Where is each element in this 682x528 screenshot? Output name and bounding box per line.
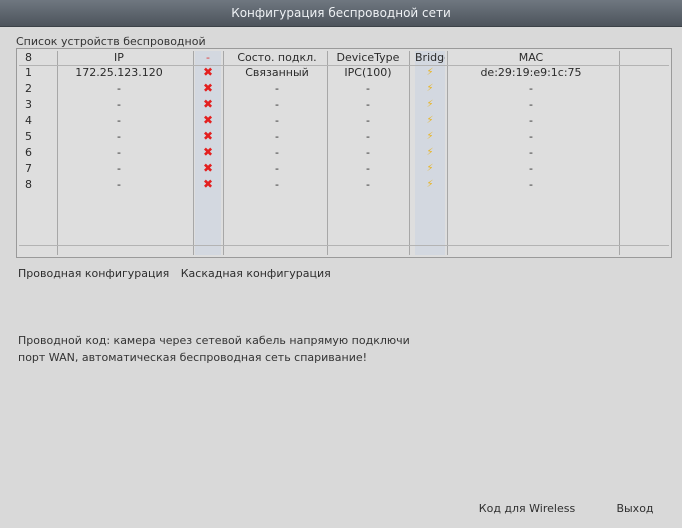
row-device-type: - — [366, 99, 370, 110]
column-header-status[interactable]: Состо. подкл. — [227, 52, 327, 63]
bridge-lightning-icon[interactable]: ⚡ — [415, 67, 445, 78]
table-row[interactable]: 3 - ✖ - - ⚡ - — [17, 99, 671, 110]
delete-x-icon[interactable]: ✖ — [193, 147, 223, 158]
row-ip: - — [117, 179, 121, 190]
row-ip: - — [117, 147, 121, 158]
delete-x-icon[interactable]: ✖ — [193, 179, 223, 190]
row-mac: - — [529, 115, 533, 126]
row-mac: - — [529, 147, 533, 158]
row-mac: - — [529, 131, 533, 142]
row-status: - — [275, 131, 279, 142]
row-mac: - — [529, 99, 533, 110]
delete-x-icon[interactable]: ✖ — [193, 163, 223, 174]
bridge-lightning-icon[interactable]: ⚡ — [415, 179, 445, 190]
delete-x-icon[interactable]: ✖ — [193, 99, 223, 110]
row-device-type: - — [366, 131, 370, 142]
delete-x-icon[interactable]: ✖ — [193, 67, 223, 78]
row-status: - — [275, 83, 279, 94]
row-ip: - — [117, 163, 121, 174]
row-device-type: - — [366, 163, 370, 174]
row-mac: - — [529, 179, 533, 190]
column-header-device-type[interactable]: DeviceType — [327, 52, 409, 63]
wired-description: Проводной код: камера через сетевой кабе… — [18, 332, 658, 366]
row-number: 7 — [25, 163, 32, 174]
row-ip: - — [117, 99, 121, 110]
bridge-lightning-icon[interactable]: ⚡ — [415, 131, 445, 142]
bridge-lightning-icon[interactable]: ⚡ — [415, 83, 445, 94]
row-status: - — [275, 179, 279, 190]
description-line: Проводной код: камера через сетевой кабе… — [18, 334, 410, 347]
table-header: 8 IP - Состо. подкл. DeviceType Bridge M… — [17, 52, 671, 63]
table-bottom-line — [19, 245, 669, 246]
row-mac: de:29:19:e9:1c:75 — [480, 67, 582, 78]
wireless-code-button[interactable]: Код для Wireless — [472, 500, 582, 518]
header-divider — [19, 65, 669, 66]
row-number: 6 — [25, 147, 32, 158]
bridge-lightning-icon[interactable]: ⚡ — [415, 115, 445, 126]
row-device-type: - — [366, 147, 370, 158]
row-number: 8 — [25, 179, 32, 190]
row-status: Связанный — [245, 67, 309, 78]
delete-x-icon[interactable]: ✖ — [193, 115, 223, 126]
device-list-label: Список устройств беспроводной — [16, 35, 206, 48]
row-mac: - — [529, 163, 533, 174]
bridge-lightning-icon[interactable]: ⚡ — [415, 147, 445, 158]
table-row[interactable]: 8 - ✖ - - ⚡ - — [17, 179, 671, 190]
row-status: - — [275, 147, 279, 158]
column-header-mac[interactable]: MAC — [451, 52, 611, 63]
row-ip: 172.25.123.120 — [75, 67, 163, 78]
window-title: Конфигурация беспроводной сети — [231, 6, 451, 20]
column-header-number[interactable]: 8 — [19, 52, 63, 63]
table-row[interactable]: 5 - ✖ - - ⚡ - — [17, 131, 671, 142]
row-number: 2 — [25, 83, 32, 94]
row-status: - — [275, 99, 279, 110]
row-ip: - — [117, 83, 121, 94]
row-device-type: IPC(100) — [344, 67, 392, 78]
exit-button[interactable]: Выход — [607, 500, 663, 518]
row-ip: - — [117, 115, 121, 126]
config-tabs: Проводная конфигурация Каскадная конфигу… — [18, 267, 339, 280]
row-device-type: - — [366, 83, 370, 94]
row-number: 1 — [25, 67, 32, 78]
table-row[interactable]: 7 - ✖ - - ⚡ - — [17, 163, 671, 174]
row-device-type: - — [366, 115, 370, 126]
row-ip: - — [117, 131, 121, 142]
description-line: порт WAN, автоматическая беспроводная се… — [18, 351, 368, 364]
row-status: - — [275, 163, 279, 174]
row-device-type: - — [366, 179, 370, 190]
row-number: 5 — [25, 131, 32, 142]
bridge-lightning-icon[interactable]: ⚡ — [415, 163, 445, 174]
device-table: 8 IP - Состо. подкл. DeviceType Bridge M… — [16, 48, 672, 258]
column-header-ip[interactable]: IP — [59, 52, 179, 63]
column-header-delete[interactable]: - — [193, 52, 223, 63]
tab-cascade-config[interactable]: Каскадная конфигурация — [181, 267, 331, 280]
table-row[interactable]: 4 - ✖ - - ⚡ - — [17, 115, 671, 126]
table-row[interactable]: 6 - ✖ - - ⚡ - — [17, 147, 671, 158]
row-mac: - — [529, 83, 533, 94]
delete-x-icon[interactable]: ✖ — [193, 83, 223, 94]
table-row[interactable]: 2 - ✖ - - ⚡ - — [17, 83, 671, 94]
row-number: 3 — [25, 99, 32, 110]
table-row[interactable]: 1 172.25.123.120 ✖ Связанный IPC(100) ⚡ … — [17, 67, 671, 78]
tab-wired-config[interactable]: Проводная конфигурация — [18, 267, 169, 280]
title-bar: Конфигурация беспроводной сети — [0, 0, 682, 27]
row-status: - — [275, 115, 279, 126]
column-header-bridge[interactable]: Bridge — [415, 52, 445, 63]
bridge-lightning-icon[interactable]: ⚡ — [415, 99, 445, 110]
row-number: 4 — [25, 115, 32, 126]
delete-x-icon[interactable]: ✖ — [193, 131, 223, 142]
